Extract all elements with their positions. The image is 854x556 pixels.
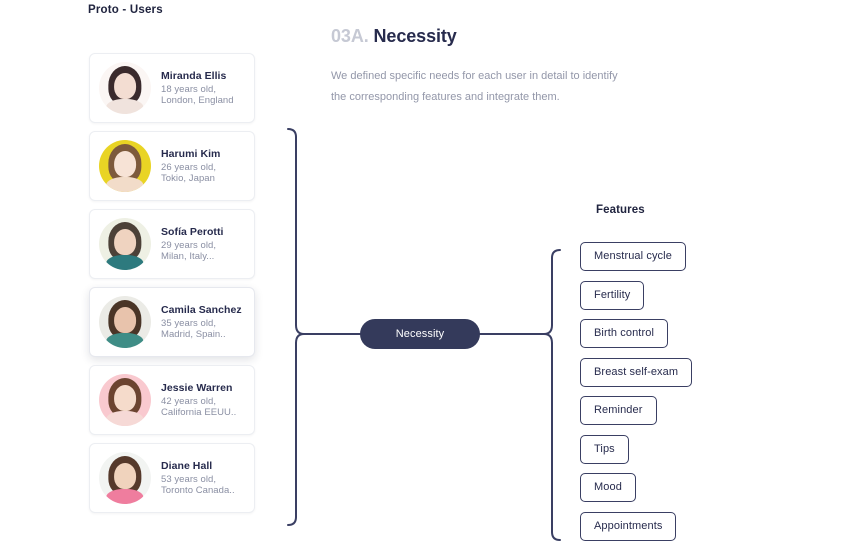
user-meta: Camila Sanchez 35 years old, Madrid, Spain…: [161, 304, 242, 341]
left-bracket-bottom-hook: [287, 516, 297, 526]
feature-row: Fertility: [580, 280, 692, 320]
user-location: Madrid, Spain..: [161, 329, 226, 341]
features-title: Features: [596, 204, 645, 216]
feature-row: Mood: [580, 473, 692, 512]
feature-box[interactable]: Breast self-exam: [580, 357, 693, 387]
section-name: Necessity: [373, 26, 457, 46]
user-location: Toronto Canada..: [161, 485, 235, 497]
right-bracket-bottom-hook: [551, 531, 561, 541]
user-age: 26 years old,: [161, 161, 217, 173]
user-card[interactable]: Sofía Perotti 29 years old, Milan, Italy..…: [89, 209, 255, 279]
feature-row: Tips: [580, 434, 692, 474]
users-list: Miranda Ellis 18 years old, London, Englan…: [89, 53, 255, 521]
user-card[interactable]: Jessie Warren 42 years old, California EEU…: [89, 365, 255, 435]
avatar: [99, 374, 151, 426]
avatar: [99, 62, 151, 114]
section-heading: 03A. Necessity: [331, 26, 457, 47]
user-location: Tokio, Japan: [161, 173, 215, 185]
user-meta: Jessie Warren 42 years old, California EEU…: [161, 382, 236, 419]
feature-row: Birth control: [580, 319, 692, 358]
user-location: California EEUU..: [161, 407, 237, 419]
user-meta: Miranda Ellis 18 years old, London, Englan…: [161, 70, 234, 107]
left-bracket-stem-lower: [295, 333, 305, 344]
feature-row: Reminder: [580, 396, 692, 435]
feature-box[interactable]: Birth control: [580, 319, 668, 348]
user-location: Milan, Italy...: [161, 251, 215, 263]
user-age: 29 years old,: [161, 239, 217, 251]
user-card[interactable]: Harumi Kim 26 years old, Tokio, Japan: [89, 131, 255, 201]
user-location: London, England: [161, 95, 234, 107]
user-name: Sofía Perotti: [161, 225, 224, 238]
feature-box[interactable]: Fertility: [580, 280, 645, 310]
user-meta: Diane Hall 53 years old, Toronto Canada..: [161, 460, 235, 497]
right-bracket-top-hook: [551, 249, 561, 259]
features-list: Menstrual cycle Fertility Birth control Bre…: [580, 242, 693, 551]
user-age: 18 years old,: [161, 83, 217, 95]
feature-row: Menstrual cycle: [580, 242, 692, 281]
user-meta: Sofía Perotti 29 years old, Milan, Italy..…: [161, 226, 224, 263]
user-card[interactable]: Camila Sanchez 35 years old, Madrid, Spain…: [89, 287, 255, 357]
feature-box[interactable]: Reminder: [580, 396, 657, 425]
feature-row: Breast self-exam: [580, 357, 693, 397]
user-card[interactable]: Diane Hall 53 years old, Toronto Canada..: [89, 443, 255, 513]
section-description: We defined specific needs for each user …: [331, 70, 618, 104]
feature-box[interactable]: Mood: [580, 473, 636, 502]
left-bracket-top-hook: [287, 128, 297, 138]
feature-row: Appointments: [580, 511, 692, 551]
user-name: Diane Hall: [161, 459, 213, 472]
user-meta: Harumi Kim 26 years old, Tokio, Japan: [161, 148, 220, 185]
user-age: 53 years old,: [161, 473, 217, 485]
user-name: Jessie Warren: [161, 381, 233, 394]
avatar: [99, 140, 151, 192]
user-age: 42 years old,: [161, 395, 217, 407]
necessity-node[interactable]: Necessity: [360, 319, 480, 349]
left-bracket-stem: [295, 324, 361, 335]
right-bracket-stem-lower: [543, 333, 553, 344]
feature-box[interactable]: Tips: [580, 434, 629, 464]
user-age: 35 years old,: [161, 317, 217, 329]
section-number: 03A.: [331, 26, 369, 46]
user-name: Harumi Kim: [161, 147, 221, 160]
feature-box[interactable]: Appointments: [580, 511, 677, 541]
avatar: [99, 218, 151, 270]
avatar: [99, 452, 151, 504]
avatar: [99, 296, 151, 348]
feature-box[interactable]: Menstrual cycle: [580, 242, 686, 271]
user-card[interactable]: Miranda Ellis 18 years old, London, Englan…: [89, 53, 255, 123]
right-bracket-stem: [479, 324, 553, 335]
user-name: Camila Sanchez: [161, 303, 242, 316]
user-name: Miranda Ellis: [161, 69, 227, 82]
page-title: Proto - Users: [88, 4, 163, 16]
